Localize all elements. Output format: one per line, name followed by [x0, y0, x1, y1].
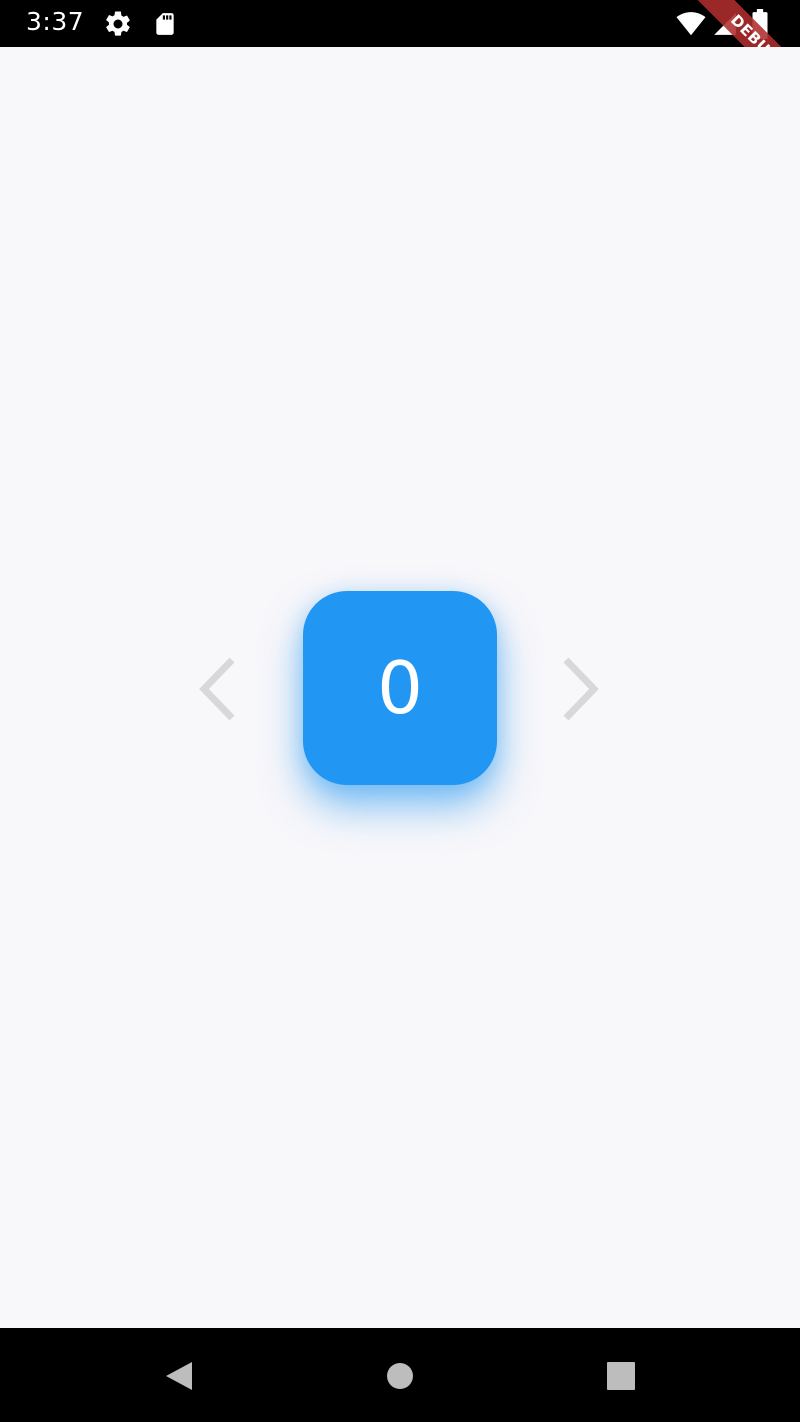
- main-content: 0: [0, 47, 800, 1328]
- recents-icon[interactable]: [603, 1358, 639, 1394]
- status-bar: 3:37: [0, 0, 800, 47]
- back-icon[interactable]: [162, 1358, 198, 1394]
- sd-card-icon: [156, 13, 174, 35]
- gear-icon: [106, 11, 130, 36]
- counter-value: 0: [377, 646, 423, 730]
- system-nav-bar: [0, 1328, 800, 1422]
- status-time: 3:37: [26, 7, 85, 36]
- wifi-icon: [676, 12, 706, 36]
- chevron-left-icon[interactable]: [196, 656, 240, 722]
- counter-card[interactable]: 0: [303, 591, 497, 785]
- app-screen: 3:37 DEBUG 0: [0, 0, 800, 1422]
- chevron-right-icon[interactable]: [558, 656, 602, 722]
- home-icon[interactable]: [382, 1358, 418, 1394]
